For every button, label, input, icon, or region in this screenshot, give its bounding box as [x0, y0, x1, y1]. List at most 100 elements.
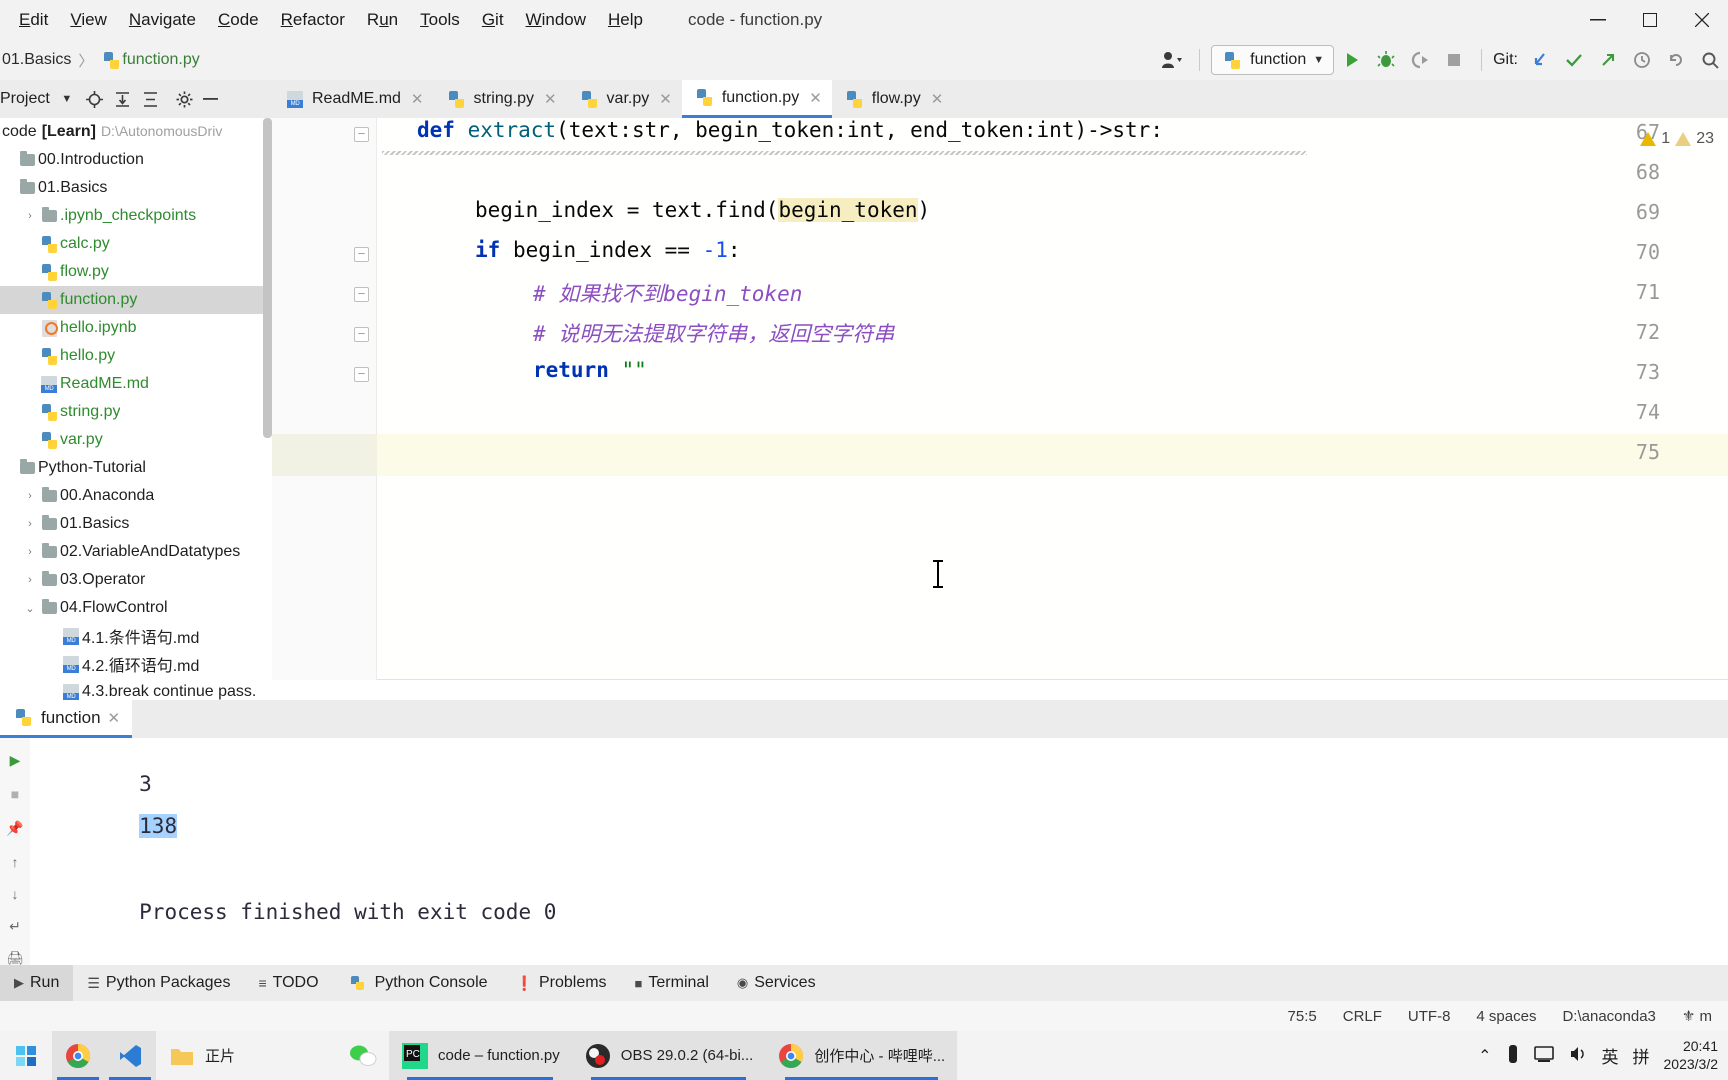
- search-icon[interactable]: [1694, 44, 1726, 76]
- tree-item-string-py[interactable]: string.py: [0, 398, 272, 426]
- tab-flow-py[interactable]: flow.py ✕: [832, 80, 954, 118]
- tree-item-readme-md[interactable]: ReadME.md: [0, 370, 272, 398]
- project-scrollbar[interactable]: [263, 118, 272, 438]
- breadcrumb-function-py[interactable]: function.py: [122, 51, 199, 69]
- editor-gutter[interactable]: [272, 118, 377, 680]
- code-line[interactable]: if begin_index == -1:: [475, 238, 741, 262]
- ime-language[interactable]: 英: [1602, 1043, 1619, 1068]
- taskbar-chrome[interactable]: [52, 1031, 104, 1080]
- menu-git[interactable]: Git: [471, 7, 515, 33]
- project-tree-panel[interactable]: code [Learn] D:\AutonomousDriv 00.Introd…: [0, 118, 272, 700]
- tree-item-var-py[interactable]: var.py: [0, 426, 272, 454]
- line-separator[interactable]: CRLF: [1343, 1008, 1382, 1025]
- bottom-tab-run[interactable]: ▶ Run: [0, 965, 74, 1001]
- monitor-icon[interactable]: [1533, 1045, 1554, 1066]
- fold-marker[interactable]: −: [354, 127, 369, 142]
- tree-item-04-flowcontrol[interactable]: ⌄ 04.FlowControl: [0, 594, 272, 622]
- tree-item-flow-py[interactable]: flow.py: [0, 258, 272, 286]
- caret-position[interactable]: 75:5: [1288, 1008, 1317, 1025]
- volume-icon[interactable]: [1568, 1045, 1588, 1066]
- run-configuration-selector[interactable]: function ▼: [1211, 45, 1335, 75]
- close-icon[interactable]: ✕: [659, 90, 672, 108]
- bottom-tab-terminal[interactable]: ■ Terminal: [621, 965, 723, 1001]
- chevron-down-icon[interactable]: ▼: [54, 85, 80, 113]
- taskbar-bilibili[interactable]: 创作中心 - 哔哩哔...: [765, 1031, 958, 1080]
- ime-mode[interactable]: 拼: [1633, 1043, 1650, 1068]
- tree-item-02-variableanddatatypes[interactable]: › 02.VariableAndDatatypes: [0, 538, 272, 566]
- locate-icon[interactable]: [82, 85, 108, 113]
- chevron-icon[interactable]: ›: [22, 518, 38, 530]
- push-icon[interactable]: [1592, 44, 1624, 76]
- maximize-button[interactable]: [1624, 0, 1676, 40]
- chevron-icon[interactable]: ›: [22, 490, 38, 502]
- bottom-tab-problems[interactable]: ❗ Problems: [502, 965, 621, 1001]
- run-tab-function[interactable]: function ✕: [0, 700, 133, 738]
- stop-icon[interactable]: [1438, 44, 1470, 76]
- chevron-icon[interactable]: ›: [22, 210, 38, 222]
- close-icon[interactable]: ✕: [411, 90, 424, 108]
- coverage-icon[interactable]: [1404, 44, 1436, 76]
- close-icon[interactable]: ✕: [809, 89, 822, 107]
- pin-icon[interactable]: 📌: [6, 820, 24, 838]
- tree-item-00-introduction[interactable]: 00.Introduction: [0, 146, 272, 174]
- tree-item-python-tutorial[interactable]: Python-Tutorial: [0, 454, 272, 482]
- fold-marker[interactable]: −: [354, 247, 369, 262]
- run-side-toolbar[interactable]: ▶ ■ 📌 ↑ ↓ ↵ 🖨 🗑: [0, 738, 30, 998]
- minimize-icon[interactable]: [200, 85, 226, 113]
- chevron-icon[interactable]: ⌄: [22, 602, 38, 615]
- tree-item-4-3-break-continue-pass[interactable]: 4.3.break continue pass.: [0, 678, 272, 700]
- rollback-icon[interactable]: [1660, 44, 1692, 76]
- git-branch-icon[interactable]: ⚜ m: [1682, 1007, 1712, 1025]
- bottom-tab-python-console[interactable]: Python Console: [333, 965, 502, 1001]
- code-line[interactable]: # 说明无法提取字符串，返回空字符串: [533, 318, 894, 348]
- tree-item-4-2-md[interactable]: 4.2.循环语句.md: [0, 650, 272, 678]
- chevron-icon[interactable]: ›: [22, 546, 38, 558]
- gear-icon[interactable]: [172, 85, 198, 113]
- code-line[interactable]: begin_index = text.find(begin_token): [475, 198, 930, 222]
- bottom-tab-services[interactable]: ◉ Services: [723, 965, 830, 1001]
- tree-item-00-anaconda[interactable]: › 00.Anaconda: [0, 482, 272, 510]
- tab-var-py[interactable]: var.py ✕: [567, 80, 682, 118]
- tree-item-function-py[interactable]: function.py: [0, 286, 272, 314]
- history-icon[interactable]: [1626, 44, 1658, 76]
- commit-icon[interactable]: [1558, 44, 1590, 76]
- menu-refactor[interactable]: Refactor: [270, 7, 356, 33]
- tab-string-py[interactable]: string.py ✕: [434, 80, 567, 118]
- bottom-tab-todo[interactable]: ≡ TODO: [244, 965, 332, 1001]
- menu-view[interactable]: View: [59, 7, 118, 33]
- tree-item-hello-py[interactable]: hello.py: [0, 342, 272, 370]
- tree-item-01-basics[interactable]: 01.Basics: [0, 174, 272, 202]
- code-editor[interactable]: 67− def extract(text:str, begin_token:int…: [272, 118, 1728, 680]
- menu-code[interactable]: Code: [207, 7, 270, 33]
- start-button[interactable]: [0, 1031, 52, 1080]
- menu-tools[interactable]: Tools: [409, 7, 471, 33]
- tree-item-calc-py[interactable]: calc.py: [0, 230, 272, 258]
- tree-item-01-basics[interactable]: › 01.Basics: [0, 510, 272, 538]
- menu-window[interactable]: Window: [515, 7, 597, 33]
- tree-item-4-1-md[interactable]: 4.1.条件语句.md: [0, 622, 272, 650]
- code-line[interactable]: return "": [533, 358, 647, 382]
- taskbar-vscode[interactable]: [104, 1031, 156, 1080]
- up-icon[interactable]: ↑: [6, 854, 24, 872]
- expand-all-icon[interactable]: [110, 85, 136, 113]
- tab-function-py[interactable]: function.py ✕: [681, 80, 832, 118]
- close-icon[interactable]: ✕: [931, 90, 944, 108]
- menu-help[interactable]: Help: [597, 7, 654, 33]
- debug-icon[interactable]: [1370, 44, 1402, 76]
- taskbar-pycharm[interactable]: PC code – function.py: [389, 1031, 572, 1080]
- python-interpreter[interactable]: D:\anaconda3: [1562, 1008, 1655, 1025]
- battery-icon[interactable]: [1506, 1043, 1520, 1068]
- code-line[interactable]: def extract(text:str, begin_token:int, e…: [417, 118, 1163, 142]
- menu-edit[interactable]: EEditdit: [8, 7, 59, 33]
- fold-marker[interactable]: −: [354, 367, 369, 382]
- clock[interactable]: 20:41 2023/3/2: [1664, 1038, 1719, 1073]
- code-line[interactable]: # 如果找不到begin_token: [533, 278, 802, 308]
- tab-readme-md[interactable]: ReadME.md ✕: [272, 80, 434, 118]
- collapse-all-icon[interactable]: [138, 85, 164, 113]
- taskbar-folder[interactable]: 正片: [156, 1031, 247, 1080]
- chevron-up-icon[interactable]: ⌃: [1478, 1046, 1491, 1066]
- bottom-tab-python-packages[interactable]: ☰ Python Packages: [73, 965, 244, 1001]
- close-icon[interactable]: ✕: [108, 709, 121, 727]
- chevron-icon[interactable]: ›: [22, 574, 38, 586]
- close-icon[interactable]: ✕: [544, 90, 557, 108]
